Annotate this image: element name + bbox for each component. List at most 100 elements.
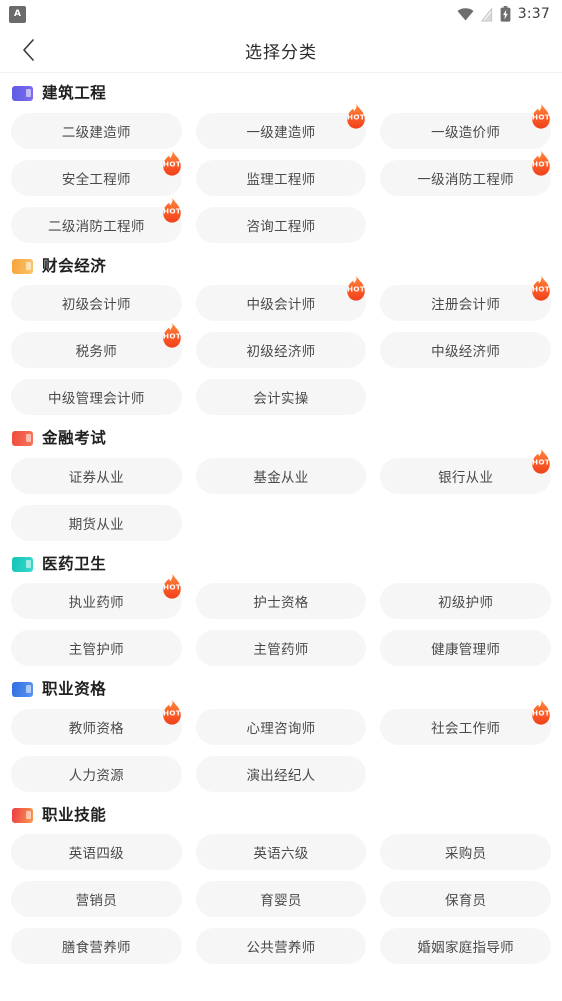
category-pill-button[interactable]: 二级消防工程师 bbox=[11, 206, 182, 243]
category-item: 监理工程师 bbox=[195, 159, 367, 196]
category-item: 安全工程师 HOT bbox=[11, 150, 182, 196]
category-item: 中级会计师 HOT bbox=[195, 275, 367, 321]
category-pill-button[interactable]: 监理工程师 bbox=[195, 159, 367, 196]
category-item: 健康管理师 bbox=[380, 630, 551, 666]
category-item: 营销员 bbox=[11, 881, 182, 917]
category-item: 期货从业 bbox=[11, 504, 182, 541]
category-item: 一级消防工程师 HOT bbox=[380, 150, 551, 196]
category-section: 金融考试证券从业 基金从业 银行从业 HOT 期货从业 bbox=[11, 429, 551, 541]
section-title: 职业资格 bbox=[42, 680, 107, 698]
section-title: 医药卫生 bbox=[42, 554, 107, 573]
category-item: 银行从业 HOT bbox=[380, 448, 551, 494]
category-item: 主管药师 bbox=[195, 630, 367, 666]
category-pill-button[interactable]: 一级消防工程师 bbox=[380, 159, 551, 196]
category-sections: 建筑工程 二级建造师 一级建造师 HOT 一级造价师 HOT 安全工程师 HOT 监理工程师 一级… bbox=[0, 84, 562, 964]
category-section: 职业技能英语四级 英语六级 采购员营销员 育婴员 保育员膳食营养师 公共营养师 婚姻家庭指导… bbox=[11, 805, 551, 964]
category-pill-button[interactable]: 演出经纪人 bbox=[195, 755, 367, 792]
category-pill-button[interactable]: 咨询工程师 bbox=[195, 206, 367, 243]
category-item: 初级会计师 bbox=[11, 285, 182, 321]
category-pill-button[interactable]: 心理咨询师 bbox=[195, 708, 367, 745]
category-pill-button[interactable]: 中级会计师 bbox=[195, 285, 367, 321]
status-bar-clock: 3:37 bbox=[517, 6, 550, 22]
category-item: 税务师 HOT bbox=[11, 322, 182, 368]
chevron-left-icon bbox=[22, 39, 35, 61]
category-pill-button[interactable]: 公共营养师 bbox=[195, 928, 367, 964]
category-pill-button[interactable]: 期货从业 bbox=[11, 504, 182, 541]
category-item: 英语六级 bbox=[195, 834, 367, 870]
category-pill-button[interactable]: 安全工程师 bbox=[11, 159, 182, 196]
category-pill-button[interactable]: 育婴员 bbox=[195, 881, 367, 917]
category-grid: 二级建造师 一级建造师 HOT 一级造价师 HOT 安全工程师 HOT 监理工程师 一级消防工程… bbox=[11, 103, 551, 243]
category-grid: 初级会计师 中级会计师 HOT 注册会计师 HOT 税务师 HOT 初级经济师 中级经济师中级管… bbox=[11, 275, 551, 415]
status-bar-right: 3:37 bbox=[457, 6, 550, 22]
category-section: 建筑工程 二级建造师 一级建造师 HOT 一级造价师 HOT 安全工程师 HOT 监理工程师 一级… bbox=[11, 84, 551, 243]
category-pill-button[interactable]: 主管护师 bbox=[11, 630, 182, 666]
category-item: 初级护师 bbox=[380, 583, 551, 619]
section-title: 金融考试 bbox=[42, 429, 107, 447]
category-item: 公共营养师 bbox=[195, 928, 367, 964]
category-pill-button[interactable]: 中级经济师 bbox=[380, 332, 551, 368]
category-item: 证券从业 bbox=[11, 457, 182, 494]
category-item: 演出经纪人 bbox=[195, 755, 367, 792]
category-pill-button[interactable]: 教师资格 bbox=[11, 708, 182, 745]
status-bar: A 3:37 bbox=[0, 0, 562, 28]
category-pill-button[interactable]: 英语四级 bbox=[11, 834, 182, 870]
category-grid: 证券从业 基金从业 银行从业 HOT 期货从业 bbox=[11, 448, 551, 541]
category-item: 育婴员 bbox=[195, 881, 367, 917]
signal-icon bbox=[480, 7, 493, 22]
category-item: 婚姻家庭指导师 bbox=[380, 928, 551, 964]
section-badge-icon bbox=[12, 431, 33, 447]
category-pill-button[interactable]: 证券从业 bbox=[11, 457, 182, 494]
category-pill-button[interactable]: 银行从业 bbox=[380, 457, 551, 494]
category-grid: 教师资格 HOT 心理咨询师 社会工作师 HOT 人力资源 演出经纪人 bbox=[11, 699, 551, 792]
category-pill-button[interactable]: 采购员 bbox=[380, 834, 551, 870]
category-selection-screen: A 3:37 选择分类 建筑工程 二级建造师 一级建造师 HOT 一级造价师 H… bbox=[0, 0, 562, 1001]
category-pill-button[interactable]: 中级管理会计师 bbox=[11, 379, 182, 415]
category-section: 财会经济初级会计师 中级会计师 HOT 注册会计师 HOT 税务师 HOT 初级经济师 中级经济… bbox=[11, 256, 551, 415]
category-pill-button[interactable]: 保育员 bbox=[380, 881, 551, 917]
category-pill-button[interactable]: 婚姻家庭指导师 bbox=[380, 928, 551, 964]
section-header: 职业资格 bbox=[11, 680, 551, 698]
section-header: 职业技能 bbox=[11, 805, 551, 824]
nav-divider bbox=[0, 72, 562, 73]
category-pill-button[interactable]: 执业药师 bbox=[11, 583, 182, 619]
category-pill-button[interactable]: 税务师 bbox=[11, 332, 182, 368]
navigation-bar: 选择分类 bbox=[0, 28, 562, 72]
app-icon: A bbox=[9, 5, 26, 23]
category-pill-button[interactable]: 会计实操 bbox=[195, 379, 367, 415]
wifi-icon bbox=[457, 7, 474, 21]
category-pill-button[interactable]: 初级经济师 bbox=[195, 332, 367, 368]
category-section: 职业资格 教师资格 HOT 心理咨询师 社会工作师 HOT 人力资源 演出经纪人 bbox=[11, 680, 551, 792]
category-pill-button[interactable]: 社会工作师 bbox=[380, 708, 551, 745]
section-title: 财会经济 bbox=[42, 256, 107, 275]
category-item: 保育员 bbox=[380, 881, 551, 917]
category-item: 注册会计师 HOT bbox=[380, 275, 551, 321]
category-item: 初级经济师 bbox=[195, 332, 367, 368]
category-pill-button[interactable]: 护士资格 bbox=[195, 583, 367, 619]
category-pill-button[interactable]: 初级会计师 bbox=[11, 285, 182, 321]
category-item: 一级建造师 HOT bbox=[195, 103, 367, 149]
category-item: 人力资源 bbox=[11, 755, 182, 792]
category-pill-button[interactable]: 注册会计师 bbox=[380, 285, 551, 321]
category-grid: 英语四级 英语六级 采购员营销员 育婴员 保育员膳食营养师 公共营养师 婚姻家庭指导师 bbox=[11, 834, 551, 964]
category-pill-button[interactable]: 初级护师 bbox=[380, 583, 551, 619]
category-item: 会计实操 bbox=[195, 379, 367, 415]
category-item: 心理咨询师 bbox=[195, 708, 367, 745]
category-pill-button[interactable]: 膳食营养师 bbox=[11, 928, 182, 964]
category-pill-button[interactable]: 人力资源 bbox=[11, 755, 182, 792]
category-pill-button[interactable]: 一级造价师 bbox=[380, 112, 551, 149]
back-button[interactable] bbox=[8, 28, 48, 72]
category-pill-button[interactable]: 二级建造师 bbox=[11, 112, 182, 149]
category-pill-button[interactable]: 基金从业 bbox=[195, 457, 367, 494]
category-item: 二级建造师 bbox=[11, 112, 182, 149]
category-pill-button[interactable]: 一级建造师 bbox=[195, 112, 367, 149]
section-title: 职业技能 bbox=[42, 805, 107, 824]
section-header: 医药卫生 bbox=[11, 554, 551, 573]
section-header: 金融考试 bbox=[11, 429, 551, 447]
category-pill-button[interactable]: 英语六级 bbox=[195, 834, 367, 870]
category-pill-button[interactable]: 健康管理师 bbox=[380, 630, 551, 666]
section-title: 建筑工程 bbox=[42, 84, 107, 102]
category-pill-button[interactable]: 主管药师 bbox=[195, 630, 367, 666]
category-pill-button[interactable]: 营销员 bbox=[11, 881, 182, 917]
category-item: 护士资格 bbox=[195, 583, 367, 619]
